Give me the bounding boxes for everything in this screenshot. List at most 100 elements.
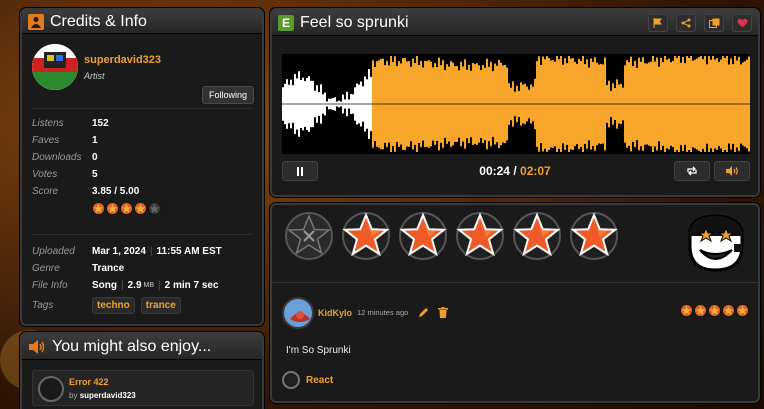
- reviewer-avatar[interactable]: [282, 297, 314, 329]
- loop-button[interactable]: [674, 161, 710, 181]
- rating-star-button[interactable]: [512, 211, 562, 261]
- player-header: E Feel so sprunki: [272, 10, 758, 36]
- suggested-author[interactable]: superdavid323: [80, 391, 136, 400]
- score-star-icon: [134, 201, 147, 215]
- player-panel: E Feel so sprunki 00:24 / 02:07: [270, 8, 760, 197]
- uploaded-row: Uploaded Mar 1, 2024 | 11:55 AM EST: [32, 246, 222, 257]
- volume-icon: [725, 166, 738, 176]
- stat-value[interactable]: 1: [92, 135, 98, 146]
- user-icon: [28, 13, 44, 30]
- rating-star-button[interactable]: [341, 211, 391, 261]
- review-star-icon: [708, 304, 721, 317]
- rating-star-button[interactable]: [569, 211, 619, 261]
- file-length: 2 min 7 sec: [164, 280, 219, 291]
- flag-button[interactable]: [648, 13, 668, 32]
- tag-techno[interactable]: techno: [92, 296, 135, 314]
- mascot-image: [684, 212, 746, 274]
- speaker-icon: [28, 339, 46, 355]
- credits-header: Credits & Info: [22, 10, 262, 34]
- file-size-unit: MB: [143, 282, 155, 289]
- current-time: 00:24: [479, 164, 510, 178]
- stat-value: 152: [92, 118, 109, 129]
- player-title: Feel so sprunki: [300, 13, 409, 31]
- genre-value[interactable]: Trance: [92, 263, 124, 274]
- volume-button[interactable]: [714, 161, 750, 181]
- enjoy-panel: You might also enjoy... Error 422 by sup…: [20, 332, 264, 409]
- stats-list: Listens 152 Faves 1 Downloads 0 Votes 5 …: [22, 109, 262, 216]
- score-star-icon: [92, 201, 105, 215]
- stat-label: Score: [32, 186, 59, 197]
- share-button[interactable]: [676, 13, 696, 32]
- artist-name[interactable]: superdavid323: [84, 54, 161, 66]
- suggested-icon: [38, 376, 64, 402]
- artist-card: superdavid323 Artist Following: [22, 34, 262, 108]
- genre-label: Genre: [32, 263, 60, 274]
- playlist-button[interactable]: [704, 13, 724, 32]
- tags-row: Tags techno trance: [32, 294, 252, 316]
- score-star-icon: [106, 201, 119, 215]
- favorite-button[interactable]: [732, 13, 752, 32]
- stat-value: 3.85 / 5.00: [92, 186, 140, 197]
- avatar[interactable]: [32, 44, 78, 90]
- stat-label: Listens: [32, 118, 64, 129]
- genre-row: Genre Trance: [32, 260, 252, 277]
- react-label[interactable]: React: [306, 375, 333, 386]
- score-star-icon: [148, 201, 161, 215]
- fileinfo-label: File Info: [32, 280, 68, 291]
- uploaded-time: 11:55 AM EST: [156, 246, 222, 257]
- file-type: Song: [92, 280, 117, 291]
- suggested-title[interactable]: Error 422: [69, 377, 109, 387]
- rate-clear-button[interactable]: [284, 211, 334, 261]
- stat-row-listens: Listens 152: [32, 115, 252, 132]
- stat-row-score: Score 3.85 / 5.00: [32, 183, 252, 200]
- waveform[interactable]: [282, 54, 750, 154]
- edit-icon[interactable]: [418, 307, 429, 318]
- file-size: 2.9: [127, 280, 142, 291]
- rating-star-button[interactable]: [398, 211, 448, 261]
- stat-label: Faves: [32, 135, 60, 146]
- stat-row-downloads: Downloads 0: [32, 149, 252, 166]
- review-star-icon: [722, 304, 735, 317]
- total-time: 02:07: [520, 164, 551, 178]
- fileinfo-row: File Info Song | 2.9 MB | 2 min 7 sec: [32, 280, 219, 291]
- review-star-icon: [680, 304, 693, 317]
- divider: [272, 282, 758, 283]
- react-icon: [282, 371, 300, 389]
- suggested-item[interactable]: Error 422 by superdavid323: [32, 370, 254, 406]
- time-separator: /: [513, 164, 517, 178]
- stat-value: 0: [92, 152, 98, 163]
- credits-title: Credits & Info: [50, 12, 147, 30]
- review-text: I'm So Sprunki: [286, 345, 351, 356]
- review-meta: KidKylo 12 minutes ago: [318, 307, 449, 318]
- stat-label: Downloads: [32, 152, 82, 163]
- review-stars: [680, 304, 750, 317]
- tag-trance[interactable]: trance: [140, 296, 181, 314]
- review-star-icon: [694, 304, 707, 317]
- details-list: Uploaded Mar 1, 2024 | 11:55 AM EST Genr…: [22, 235, 262, 316]
- suggested-author-line: by superdavid323: [69, 391, 136, 400]
- enjoy-header: You might also enjoy...: [22, 334, 262, 360]
- review-star-icon: [736, 304, 749, 317]
- delete-icon[interactable]: [438, 307, 449, 318]
- stat-label: Votes: [32, 169, 58, 180]
- score-stars: [92, 200, 252, 216]
- stat-row-votes: Votes 5: [32, 166, 252, 183]
- audio-icon: E: [278, 14, 294, 31]
- stat-value: 5: [92, 169, 98, 180]
- waveform-graphic[interactable]: [282, 54, 750, 154]
- suggested-by: by: [69, 391, 78, 400]
- loop-icon: [687, 166, 697, 176]
- stat-row-faves: Faves 1: [32, 132, 252, 149]
- uploaded-date: Mar 1, 2024: [92, 246, 146, 257]
- reviewer-name[interactable]: KidKylo: [318, 308, 352, 318]
- review-time: 12 minutes ago: [357, 308, 409, 317]
- artist-role: Artist: [84, 71, 105, 81]
- rating-star-button[interactable]: [455, 211, 505, 261]
- score-star-icon: [120, 201, 133, 215]
- credits-panel: Credits & Info superdavid323 Artist Foll…: [20, 8, 264, 326]
- uploaded-label: Uploaded: [32, 246, 75, 257]
- following-button[interactable]: Following: [202, 86, 255, 104]
- react-button[interactable]: React: [282, 371, 333, 389]
- enjoy-title: You might also enjoy...: [52, 337, 212, 355]
- tags-label: Tags: [32, 299, 54, 311]
